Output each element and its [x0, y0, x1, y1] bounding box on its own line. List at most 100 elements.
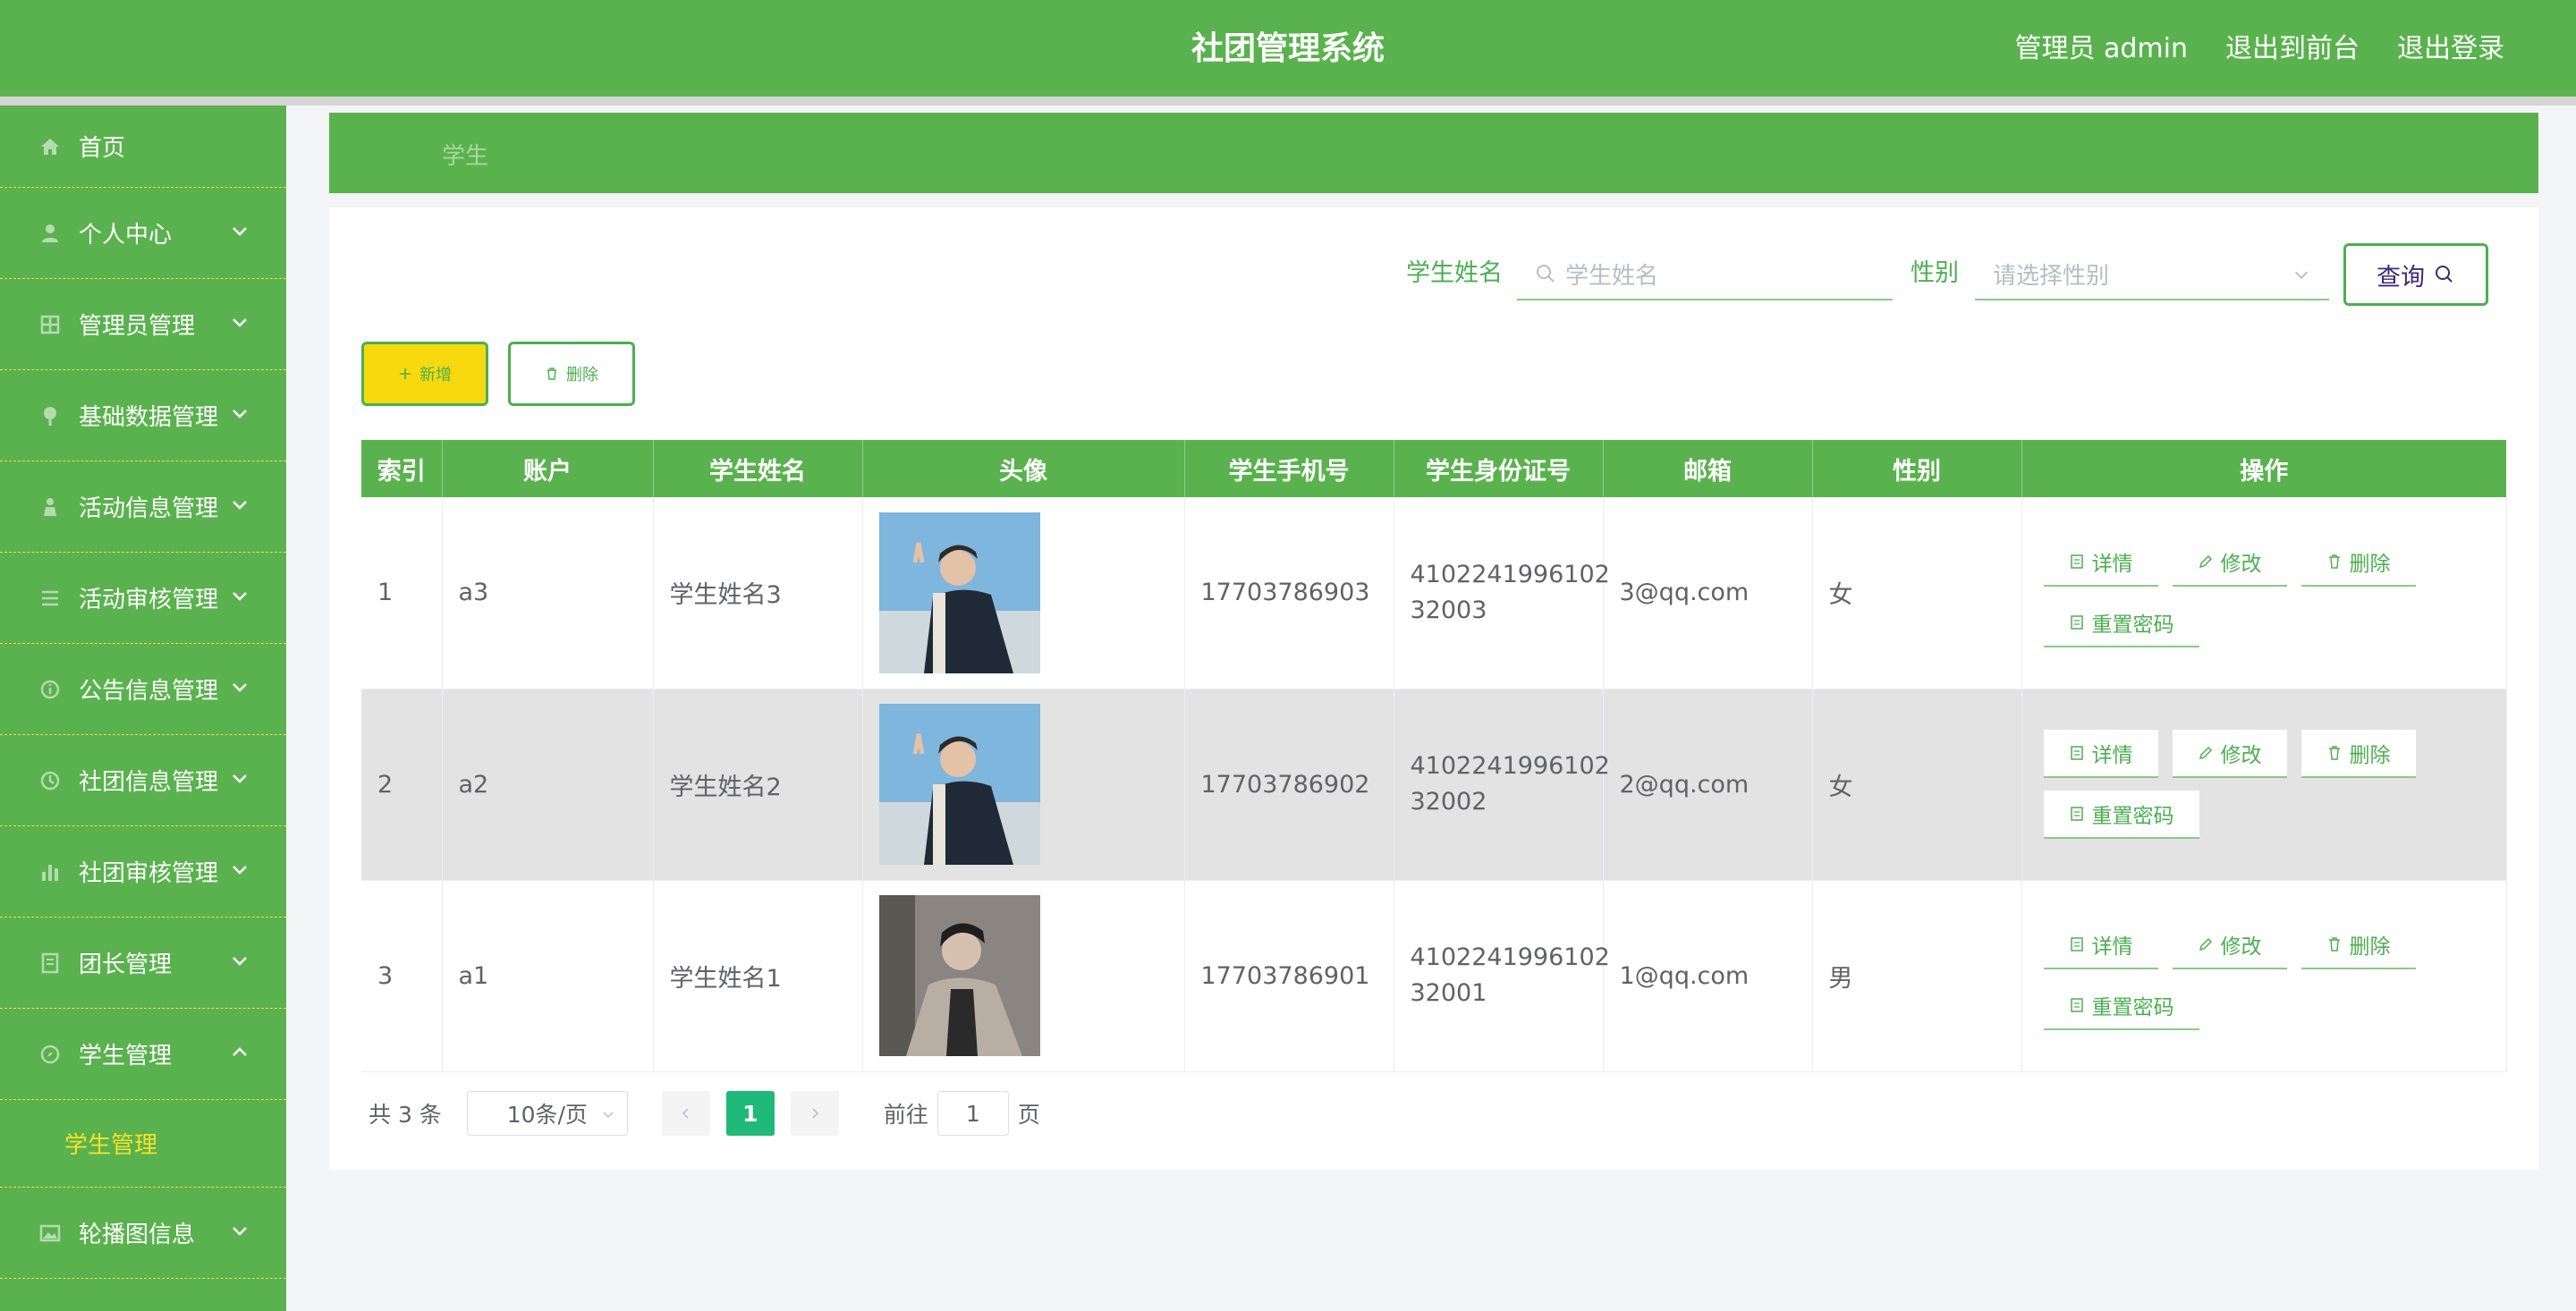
- chevron-down-icon: [233, 682, 247, 692]
- reset-password-button[interactable]: 重置密码: [2043, 599, 2199, 647]
- sidebar-item-label: 基础数据管理: [79, 404, 219, 431]
- delete-label: 删除: [2349, 935, 2391, 959]
- gender-select-placeholder: 请选择性别: [1993, 262, 2110, 290]
- cell-email: 1@qq.com: [1603, 880, 1813, 1072]
- trash-icon: [2328, 554, 2340, 569]
- info-icon: [39, 679, 61, 700]
- delete-button[interactable]: 删除: [2301, 921, 2416, 969]
- user-icon: [39, 223, 61, 244]
- page-size-value: 10条/页: [506, 1102, 588, 1128]
- column-header[interactable]: 索引: [361, 440, 443, 497]
- add-button[interactable]: 新增: [361, 342, 488, 406]
- chevron-down-icon: [2294, 271, 2309, 279]
- cell-ops: 详情 修改 删除 重置密码: [2021, 880, 2507, 1072]
- chevron-down-icon: [233, 226, 247, 236]
- column-header[interactable]: 头像: [862, 440, 1185, 497]
- column-header[interactable]: 账户: [442, 440, 654, 497]
- next-page-button[interactable]: [790, 1091, 839, 1136]
- search-icon: [1537, 265, 1555, 283]
- logout-link[interactable]: 退出登录: [2397, 27, 2504, 72]
- pencil-icon: [2199, 554, 2212, 568]
- avatar[interactable]: [878, 895, 1040, 1056]
- column-header[interactable]: 学生手机号: [1184, 440, 1394, 497]
- edit-label: 修改: [2220, 552, 2262, 576]
- grid-icon: [39, 314, 61, 335]
- edit-button[interactable]: 修改: [2172, 730, 2287, 778]
- sidebar-item-basic-data[interactable]: 基础数据管理: [0, 370, 286, 461]
- sidebar-item-student-manage[interactable]: 学生管理: [0, 1009, 286, 1100]
- avatar[interactable]: [878, 512, 1040, 673]
- sidebar-item-label: 轮播图信息: [79, 1222, 196, 1248]
- delete-button[interactable]: 删除: [2301, 538, 2416, 587]
- sidebar-item-leader-manage[interactable]: 团长管理: [0, 918, 286, 1009]
- detail-button[interactable]: 详情: [2043, 730, 2158, 778]
- detail-button[interactable]: 详情: [2043, 538, 2158, 587]
- column-header[interactable]: 操作: [2021, 440, 2506, 497]
- to-front-link[interactable]: 退出到前台: [2225, 27, 2360, 72]
- table-row[interactable]: 2 a2 学生姓名2 17703786902 4102241996102 320…: [361, 689, 2507, 881]
- id-line-1: 4102241996102: [1410, 943, 1610, 971]
- edit-button[interactable]: 修改: [2172, 921, 2287, 969]
- cell-gender: 女: [1812, 689, 2022, 881]
- column-header[interactable]: 性别: [1812, 440, 2022, 497]
- cell-index: 3: [361, 880, 443, 1072]
- sidebar-subitem-student-manage[interactable]: 学生管理: [0, 1100, 286, 1188]
- name-search-input[interactable]: 学生姓名: [1517, 249, 1893, 300]
- id-line-2: 32001: [1410, 979, 1487, 1007]
- delete-label: 删除: [2349, 744, 2391, 767]
- batch-delete-button[interactable]: 删除: [508, 342, 635, 406]
- page-number-current[interactable]: 1: [725, 1091, 775, 1136]
- edit-button[interactable]: 修改: [2172, 538, 2287, 587]
- sidebar-item-activity-info[interactable]: 活动信息管理: [0, 461, 286, 553]
- sidebar-item-home[interactable]: 首页: [0, 106, 286, 188]
- chevron-down-icon: [233, 774, 247, 783]
- prev-page-button[interactable]: [661, 1091, 710, 1136]
- row-actions: 详情 修改 删除 重置密码: [2038, 538, 2432, 647]
- page-size-select[interactable]: 10条/页: [466, 1091, 628, 1136]
- sidebar-item-label: 首页: [79, 135, 126, 162]
- sidebar-item-admin-manage[interactable]: 管理员管理: [0, 279, 286, 370]
- sidebar-item-club-info[interactable]: 社团信息管理: [0, 735, 286, 826]
- cell-phone: 17703786901: [1184, 880, 1394, 1072]
- gender-select[interactable]: 请选择性别: [1975, 249, 2329, 300]
- cell-avatar: [862, 689, 1185, 881]
- goto-page-input[interactable]: 1: [936, 1091, 1009, 1136]
- table-row[interactable]: 1 a3 学生姓名3 17703786903 4102241996102 320…: [361, 497, 2507, 689]
- pencil-icon: [2199, 937, 2212, 952]
- doc-icon: [2070, 807, 2083, 821]
- breadcrumb-current[interactable]: 学生: [442, 138, 488, 171]
- column-header[interactable]: 学生姓名: [653, 440, 863, 497]
- query-button[interactable]: 查询: [2343, 243, 2488, 306]
- table-row[interactable]: 3 a1 学生姓名1 17703786901 4102241996102 3200…: [361, 880, 2507, 1072]
- delete-button-label: 删除: [566, 366, 598, 385]
- sidebar-item-label: 个人中心: [79, 222, 173, 249]
- sidebar-item-activity-review[interactable]: 活动审核管理: [0, 553, 286, 644]
- cell-phone: 17703786903: [1184, 497, 1394, 689]
- detail-button[interactable]: 详情: [2043, 921, 2158, 969]
- reset-password-button[interactable]: 重置密码: [2043, 982, 2199, 1030]
- breadcrumb: 学生: [329, 113, 2538, 193]
- sidebar-item-carousel[interactable]: 轮播图信息: [0, 1188, 286, 1279]
- sidebar-item-personal-center[interactable]: 个人中心: [0, 188, 286, 279]
- pin-icon: [39, 405, 61, 427]
- doc-icon: [2070, 615, 2083, 630]
- column-header[interactable]: 学生身份证号: [1394, 440, 1604, 497]
- cell-email: 2@qq.com: [1603, 689, 1813, 881]
- avatar[interactable]: [878, 704, 1040, 865]
- reset-password-label: 重置密码: [2091, 805, 2174, 828]
- trash-icon: [2328, 746, 2340, 760]
- column-header[interactable]: 邮箱: [1603, 440, 1813, 497]
- sidebar-item-label: 管理员管理: [79, 313, 196, 340]
- reset-password-label: 重置密码: [2091, 613, 2174, 637]
- id-line-2: 32002: [1410, 788, 1487, 816]
- reset-password-button[interactable]: 重置密码: [2043, 791, 2199, 839]
- sidebar-item-club-review[interactable]: 社团审核管理: [0, 826, 286, 918]
- sidebar-item-label: 学生管理: [79, 1043, 173, 1070]
- delete-button[interactable]: 删除: [2301, 730, 2416, 778]
- admin-label: 管理员 admin: [2014, 33, 2188, 64]
- cell-name: 学生姓名2: [653, 689, 863, 881]
- cell-id-number: 4102241996102 32003: [1394, 497, 1610, 689]
- sidebar-item-notice-info[interactable]: 公告信息管理: [0, 644, 286, 735]
- list-icon: [39, 588, 61, 609]
- cell-id-number: 4102241996102 32002: [1394, 689, 1610, 881]
